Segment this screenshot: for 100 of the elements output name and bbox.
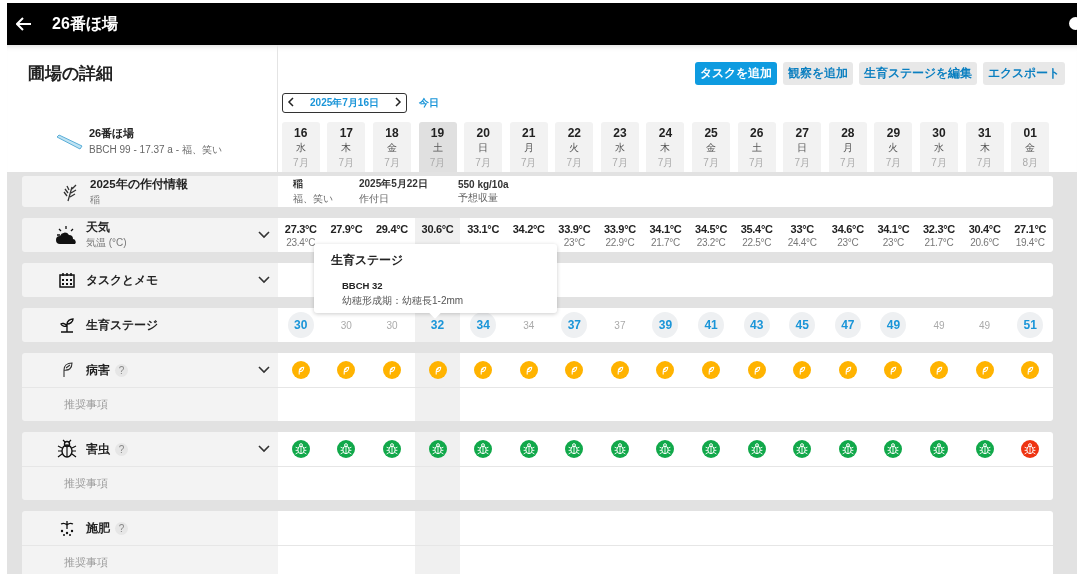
date-column-header[interactable]: 16 水 7月 bbox=[281, 122, 320, 172]
month: 7月 bbox=[384, 156, 400, 170]
leaf-badge-icon[interactable] bbox=[337, 361, 356, 379]
stage-badge[interactable]: 45 bbox=[789, 312, 816, 338]
day-number: 16 bbox=[294, 126, 308, 140]
month: 7月 bbox=[794, 156, 811, 170]
leaf-badge-icon[interactable] bbox=[428, 361, 447, 379]
bug-badge-icon[interactable] bbox=[337, 440, 356, 458]
chevron-down-icon[interactable] bbox=[258, 366, 270, 374]
day-number: 27 bbox=[795, 126, 809, 140]
stage-badge[interactable]: 34 bbox=[470, 312, 497, 338]
stage-badge[interactable]: 47 bbox=[834, 312, 861, 338]
leaf-badge-icon[interactable] bbox=[975, 361, 994, 379]
stage-badge[interactable]: 49 bbox=[880, 312, 907, 338]
leaf-badge-icon[interactable] bbox=[930, 361, 948, 379]
date-column-header[interactable]: 20 日 7月 bbox=[464, 122, 503, 172]
leaf-badge-icon[interactable] bbox=[519, 361, 538, 379]
date-column-header[interactable]: 01 金 8月 bbox=[1011, 122, 1050, 172]
bug-badge-icon[interactable] bbox=[565, 440, 584, 458]
weekday: 木 bbox=[979, 141, 990, 155]
crop-value: 稲 bbox=[293, 177, 304, 191]
leaf-badge-icon[interactable] bbox=[565, 361, 584, 379]
stage-value: 34 bbox=[523, 319, 535, 331]
back-arrow-icon[interactable] bbox=[16, 17, 32, 31]
action-button[interactable]: 観察を追加 bbox=[783, 62, 853, 85]
action-button[interactable]: 生育ステージを編集 bbox=[859, 62, 977, 85]
high-temperature: 33.9°C bbox=[558, 222, 591, 235]
today-link[interactable]: 今日 bbox=[419, 96, 439, 110]
weekday: 水 bbox=[934, 141, 944, 155]
leaf-badge-icon[interactable] bbox=[702, 361, 721, 379]
high-temperature: 34.1°C bbox=[649, 222, 682, 235]
stage-badge[interactable]: 30 bbox=[287, 312, 314, 338]
stage-badge[interactable]: 43 bbox=[743, 312, 770, 338]
leaf-badge-icon[interactable] bbox=[1021, 361, 1040, 379]
date-column-header[interactable]: 22 火 7月 bbox=[555, 122, 594, 172]
high-temperature: 33.9°C bbox=[603, 222, 636, 235]
tooltip-title: 生育ステージ bbox=[331, 253, 404, 268]
leaf-badge-icon[interactable] bbox=[747, 361, 766, 379]
bug-badge-icon[interactable] bbox=[747, 440, 766, 458]
chevron-down-icon[interactable] bbox=[258, 231, 270, 239]
bug-badge-icon[interactable] bbox=[474, 440, 493, 458]
chevron-down-icon[interactable] bbox=[258, 445, 270, 453]
bug-badge-icon[interactable] bbox=[793, 440, 812, 458]
leaf-badge-icon[interactable] bbox=[838, 361, 857, 379]
low-temperature: 20.6°C bbox=[970, 236, 1000, 248]
action-button[interactable]: エクスポート bbox=[983, 62, 1065, 85]
bug-badge-icon[interactable] bbox=[610, 440, 629, 458]
help-badge[interactable]: ? bbox=[115, 521, 128, 535]
bug-badge-icon[interactable] bbox=[838, 440, 857, 458]
date-column-header[interactable]: 23 水 7月 bbox=[600, 122, 639, 172]
date-column-header[interactable]: 24 木 7月 bbox=[646, 122, 685, 172]
weekday: 火 bbox=[888, 141, 899, 155]
low-temperature: 21.7°C bbox=[924, 236, 954, 248]
date-column-header[interactable]: 26 土 7月 bbox=[737, 122, 776, 172]
leaf-badge-icon[interactable] bbox=[291, 361, 310, 379]
date-column-header[interactable]: 17 木 7月 bbox=[327, 122, 366, 172]
date-column-header[interactable]: 18 金 7月 bbox=[372, 122, 411, 172]
help-badge[interactable]: ? bbox=[115, 442, 128, 456]
high-temperature: 33°C bbox=[790, 222, 814, 235]
leaf-badge-icon[interactable] bbox=[793, 361, 812, 379]
leaf-badge-icon[interactable] bbox=[610, 361, 629, 379]
date-column-header[interactable]: 29 火 7月 bbox=[874, 122, 913, 172]
stage-badge[interactable]: 41 bbox=[698, 312, 725, 338]
chevron-down-icon[interactable] bbox=[258, 276, 270, 284]
action-button[interactable]: タスクを追加 bbox=[695, 62, 777, 85]
bug-badge-icon[interactable] bbox=[884, 440, 903, 458]
date-column-header[interactable]: 30 水 7月 bbox=[920, 122, 958, 172]
recommendation-label: 推奨事項 bbox=[64, 397, 108, 412]
help-badge[interactable]: ? bbox=[115, 363, 128, 377]
date-column-header[interactable]: 21 月 7月 bbox=[509, 122, 548, 172]
date-column-header[interactable]: 28 月 7月 bbox=[828, 122, 867, 172]
bug-badge-icon[interactable] bbox=[702, 440, 721, 458]
low-temperature: 24.4°C bbox=[787, 236, 817, 248]
month: 7月 bbox=[840, 156, 856, 170]
month: 7月 bbox=[931, 156, 947, 170]
month: 7月 bbox=[657, 156, 674, 170]
recommendation-label: 推奨事項 bbox=[64, 476, 108, 491]
bug-badge-icon[interactable] bbox=[975, 440, 994, 458]
bug-badge-icon[interactable] bbox=[930, 440, 948, 458]
stage-badge[interactable]: 51 bbox=[1017, 312, 1044, 338]
calendar-icon bbox=[59, 272, 75, 288]
bug-badge-icon[interactable] bbox=[1021, 440, 1040, 458]
day-number: 26 bbox=[750, 126, 764, 140]
leaf-badge-icon[interactable] bbox=[884, 361, 903, 379]
leaf-badge-icon[interactable] bbox=[656, 361, 675, 379]
date-column-header[interactable]: 25 金 7月 bbox=[692, 122, 731, 172]
bug-badge-icon[interactable] bbox=[428, 440, 447, 458]
bug-badge-icon[interactable] bbox=[519, 440, 538, 458]
crop-info-title: 2025年の作付情報 bbox=[90, 176, 188, 192]
date-column-header[interactable]: 31 木 7月 bbox=[965, 122, 1004, 172]
day-number: 28 bbox=[841, 126, 855, 140]
date-column-header[interactable]: 27 日 7月 bbox=[783, 122, 822, 172]
bug-badge-icon[interactable] bbox=[382, 440, 401, 458]
bug-badge-icon[interactable] bbox=[291, 440, 310, 458]
bug-badge-icon[interactable] bbox=[656, 440, 675, 458]
leaf-badge-icon[interactable] bbox=[474, 361, 493, 379]
leaf-badge-icon[interactable] bbox=[382, 361, 401, 379]
stage-badge[interactable]: 39 bbox=[652, 312, 679, 338]
low-temperature: 23°C bbox=[837, 236, 859, 248]
stage-badge[interactable]: 37 bbox=[561, 312, 588, 338]
